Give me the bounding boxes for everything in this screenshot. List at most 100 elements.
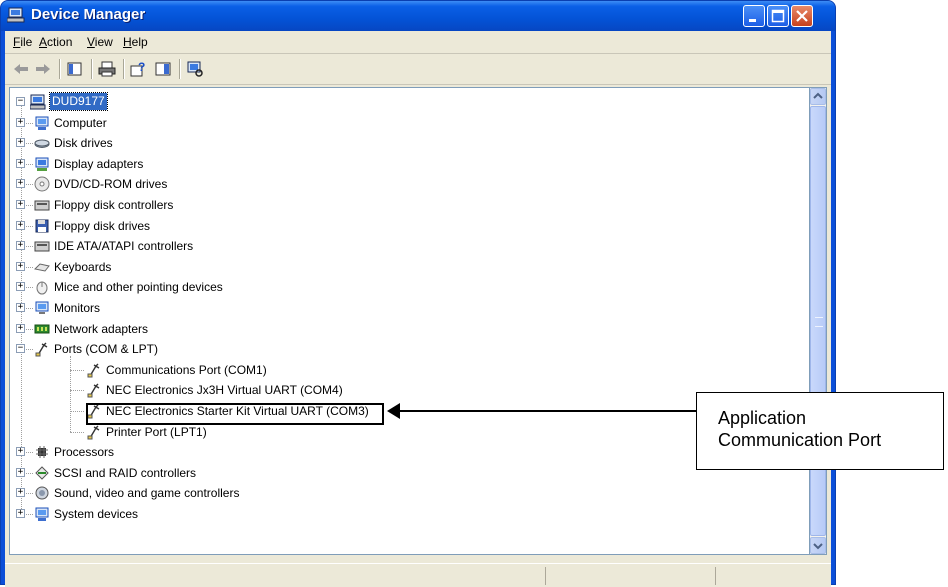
scroll-grip	[815, 317, 823, 327]
window-title: Device Manager	[31, 6, 146, 23]
vertical-scrollbar[interactable]	[810, 87, 827, 555]
menu-help[interactable]: Help	[123, 35, 148, 49]
close-icon	[796, 10, 808, 22]
status-bar	[5, 563, 831, 587]
sound-icon	[35, 486, 49, 500]
tree-node-label[interactable]: Display adapters	[54, 155, 143, 173]
minimize-icon	[749, 19, 756, 22]
properties-icon[interactable]	[153, 60, 173, 78]
network-adapter-icon	[34, 324, 50, 334]
menu-file[interactable]: File	[13, 35, 32, 49]
port-device-label[interactable]: Printer Port (LPT1)	[106, 423, 207, 441]
callout-box: Application Communication Port	[696, 392, 944, 470]
collapse-expander[interactable]: −	[16, 344, 25, 354]
port-device-label[interactable]: Communications Port (COM1)	[106, 361, 267, 379]
scroll-down-button[interactable]	[810, 537, 826, 554]
collapse-expander[interactable]: −	[16, 97, 25, 106]
forward-arrow-icon[interactable]	[33, 60, 53, 78]
system-device-icon	[35, 507, 49, 521]
monitor-icon	[35, 301, 49, 314]
expand-expander[interactable]: +	[16, 261, 25, 271]
back-arrow-icon[interactable]	[11, 60, 31, 78]
toolbar-separator	[59, 59, 61, 79]
tree-node-label[interactable]: System devices	[54, 505, 138, 523]
scroll-up-button[interactable]	[810, 88, 826, 105]
expand-expander[interactable]: +	[16, 220, 25, 230]
tree-node-label[interactable]: SCSI and RAID controllers	[54, 464, 196, 482]
computer-icon	[35, 116, 49, 130]
scan-hardware-icon[interactable]	[185, 60, 205, 78]
title-bar[interactable]: Device Manager	[1, 1, 835, 31]
device-manager-window: Device Manager File Action View Help ? −…	[0, 0, 836, 587]
tree-node-label[interactable]: IDE ATA/ATAPI controllers	[54, 237, 193, 255]
cdrom-icon	[34, 176, 50, 192]
tree-node-label[interactable]: Network adapters	[54, 320, 148, 338]
maximize-button[interactable]	[767, 5, 789, 27]
device-manager-icon	[7, 7, 25, 23]
tree-node-label[interactable]: Sound, video and game controllers	[54, 484, 239, 502]
callout-line-2: Communication Port	[718, 430, 882, 450]
expand-expander[interactable]: +	[16, 509, 25, 518]
scsi-icon	[35, 466, 49, 480]
expand-expander[interactable]: +	[16, 447, 25, 457]
tree-line	[70, 411, 84, 412]
properties-help-icon[interactable]: ?	[129, 60, 149, 78]
tree-node-label[interactable]: Disk drives	[54, 134, 113, 152]
tree-line	[70, 369, 84, 371]
ide-controller-icon	[34, 241, 50, 252]
menu-action[interactable]: Action	[39, 35, 72, 49]
scroll-thumb[interactable]	[810, 106, 826, 536]
chevron-up-icon	[813, 92, 823, 99]
expand-expander[interactable]: +	[16, 158, 25, 168]
tree-line	[70, 390, 84, 392]
device-tree[interactable]: − DUD9177 + Computer + Disk drives + Display ad…	[9, 87, 810, 555]
toolbar-separator	[179, 59, 181, 79]
port-icon	[87, 363, 100, 378]
expand-expander[interactable]: +	[16, 282, 25, 292]
show-hide-console-tree-icon[interactable]	[65, 60, 85, 78]
keyboard-icon	[34, 263, 50, 272]
expand-expander[interactable]: +	[16, 488, 25, 498]
port-icon	[87, 425, 100, 440]
mouse-icon	[36, 281, 48, 295]
toolbar-separator	[91, 59, 93, 79]
expand-expander[interactable]: +	[16, 200, 25, 209]
tree-node-label[interactable]: DVD/CD-ROM drives	[54, 175, 167, 193]
minimize-button[interactable]	[743, 5, 765, 27]
port-icon	[35, 342, 48, 357]
close-button[interactable]	[791, 5, 813, 27]
floppy-drive-icon	[35, 219, 49, 233]
tree-node-label[interactable]: Computer	[54, 114, 107, 132]
expand-expander[interactable]: +	[16, 117, 25, 127]
processor-icon	[36, 446, 48, 459]
toolbar: ?	[5, 54, 831, 85]
tree-line	[70, 431, 84, 433]
expand-expander[interactable]: +	[16, 467, 25, 477]
tree-node-label[interactable]: Mice and other pointing devices	[54, 278, 223, 296]
port-device-label[interactable]: NEC Electronics Jx3H Virtual UART (COM4)	[106, 381, 343, 399]
status-panel	[545, 567, 716, 585]
tree-node-label[interactable]: Keyboards	[54, 258, 111, 276]
disk-drive-icon	[34, 139, 50, 149]
expand-expander[interactable]: +	[16, 303, 25, 312]
callout-line-1: Application	[718, 408, 807, 428]
expand-expander[interactable]: +	[16, 179, 25, 189]
toolbar-separator	[123, 59, 125, 79]
print-icon[interactable]	[97, 60, 117, 78]
tree-node-label[interactable]: Processors	[54, 443, 114, 461]
menu-bar: File Action View Help	[5, 31, 831, 54]
expand-expander[interactable]: +	[16, 241, 25, 251]
expand-expander[interactable]: +	[16, 323, 25, 333]
tree-node-label[interactable]: Floppy disk drives	[54, 217, 150, 235]
tree-line	[70, 356, 71, 432]
svg-text:?: ?	[138, 60, 145, 74]
chevron-down-icon	[813, 543, 823, 550]
tree-root[interactable]: DUD9177	[49, 92, 108, 111]
maximize-icon	[771, 9, 785, 23]
tree-node-label[interactable]: Floppy disk controllers	[54, 196, 173, 214]
port-icon	[87, 383, 100, 398]
menu-view[interactable]: View	[87, 35, 113, 49]
display-adapter-icon	[35, 157, 49, 171]
tree-node-label[interactable]: Monitors	[54, 299, 100, 317]
expand-expander[interactable]: +	[16, 138, 25, 148]
